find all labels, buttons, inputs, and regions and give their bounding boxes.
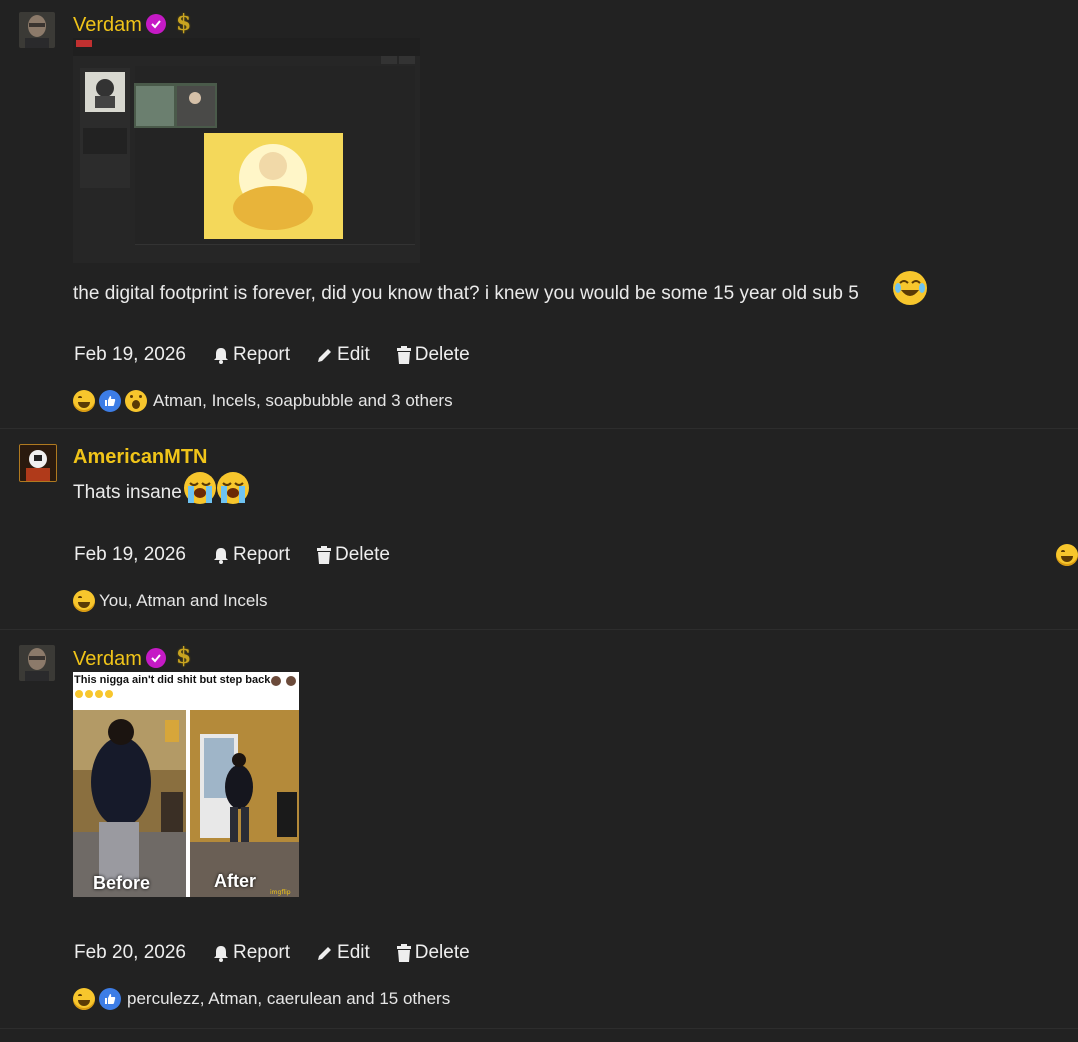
dollar-badge-icon: $ [176, 643, 192, 669]
reactions-users[interactable]: Atman, Incels, soapbubble and 3 others [153, 391, 453, 411]
laughing-emoji-icon [73, 590, 95, 612]
pencil-icon [318, 947, 332, 960]
crying-emoji-icon [216, 471, 250, 505]
delete-button[interactable]: Delete [396, 344, 470, 366]
bell-icon [213, 946, 228, 962]
post-text-content: Thats insane [73, 482, 182, 503]
post-actions: Feb 19, 2026 Report Delete [74, 543, 416, 567]
post-2: AmericanMTN Thats insane Feb 19, 2026 Re… [0, 428, 1078, 630]
reactions-bar[interactable]: Atman, Incels, soapbubble and 3 others [73, 389, 453, 413]
delete-button[interactable]: Delete [316, 544, 390, 566]
trash-icon [396, 346, 411, 364]
username[interactable]: AmericanMTN [73, 446, 207, 469]
post-1: Verdam $ the digital footprint is foreve… [0, 0, 1078, 429]
reactions-users[interactable]: perculezz, Atman, caerulean and 15 other… [127, 989, 450, 1009]
report-button[interactable]: Report [212, 544, 290, 566]
report-label: Report [232, 344, 291, 365]
avatar[interactable] [19, 645, 55, 681]
post-text-content: the digital footprint is forever, did yo… [73, 283, 859, 304]
like-icon [99, 988, 121, 1010]
trash-icon [317, 546, 332, 564]
post-text: Thats insane [73, 482, 182, 504]
rolling-laughing-emoji-icon [893, 271, 927, 305]
svg-text:imgflip: imgflip [270, 889, 291, 896]
embedded-screenshot-image[interactable] [73, 38, 420, 263]
crying-emoji-icon [183, 471, 217, 505]
wow-emoji-icon [125, 390, 147, 412]
dollar-badge-icon: $ [176, 10, 192, 36]
meme-image[interactable]: This nigga ain't did shit but step back … [73, 672, 299, 897]
post-3: Verdam $ This nigga ain't did shit but s… [0, 629, 1078, 1029]
delete-label: Delete [414, 344, 470, 365]
username[interactable]: Verdam [73, 14, 142, 37]
pencil-icon [318, 349, 332, 362]
report-button[interactable]: Report [212, 344, 290, 366]
trash-icon [396, 944, 411, 962]
react-button-laughing-icon[interactable] [1056, 544, 1078, 566]
post-date[interactable]: Feb 19, 2026 [74, 344, 186, 366]
post-date[interactable]: Feb 19, 2026 [74, 544, 186, 566]
edit-label: Edit [337, 942, 370, 963]
laughing-emoji-icon [73, 988, 95, 1010]
delete-label: Delete [335, 544, 390, 565]
report-label: Report [232, 942, 291, 963]
report-label: Report [232, 544, 291, 565]
post-actions: Feb 19, 2026 Report Edit Delete [74, 343, 496, 367]
edit-button[interactable]: Edit [316, 942, 370, 964]
after-label: After [214, 871, 257, 891]
reactions-bar[interactable]: You, Atman and Incels [73, 589, 268, 613]
bell-icon [213, 548, 228, 564]
avatar[interactable] [19, 12, 55, 48]
before-label: Before [93, 873, 151, 893]
post-date[interactable]: Feb 20, 2026 [74, 942, 186, 964]
reactions-users[interactable]: You, Atman and Incels [99, 591, 268, 611]
edit-button[interactable]: Edit [316, 344, 370, 366]
laughing-emoji-icon [73, 390, 95, 412]
verified-icon [146, 648, 166, 668]
like-icon [99, 390, 121, 412]
avatar[interactable] [19, 444, 57, 482]
bell-icon [213, 348, 228, 364]
reactions-bar[interactable]: perculezz, Atman, caerulean and 15 other… [73, 987, 450, 1011]
post-text: the digital footprint is forever, did yo… [73, 283, 859, 305]
verified-icon [146, 14, 166, 34]
post-actions: Feb 20, 2026 Report Edit Delete [74, 941, 496, 965]
delete-button[interactable]: Delete [396, 942, 470, 964]
delete-label: Delete [414, 942, 470, 963]
report-button[interactable]: Report [212, 942, 290, 964]
username[interactable]: Verdam [73, 648, 142, 671]
edit-label: Edit [337, 344, 370, 365]
